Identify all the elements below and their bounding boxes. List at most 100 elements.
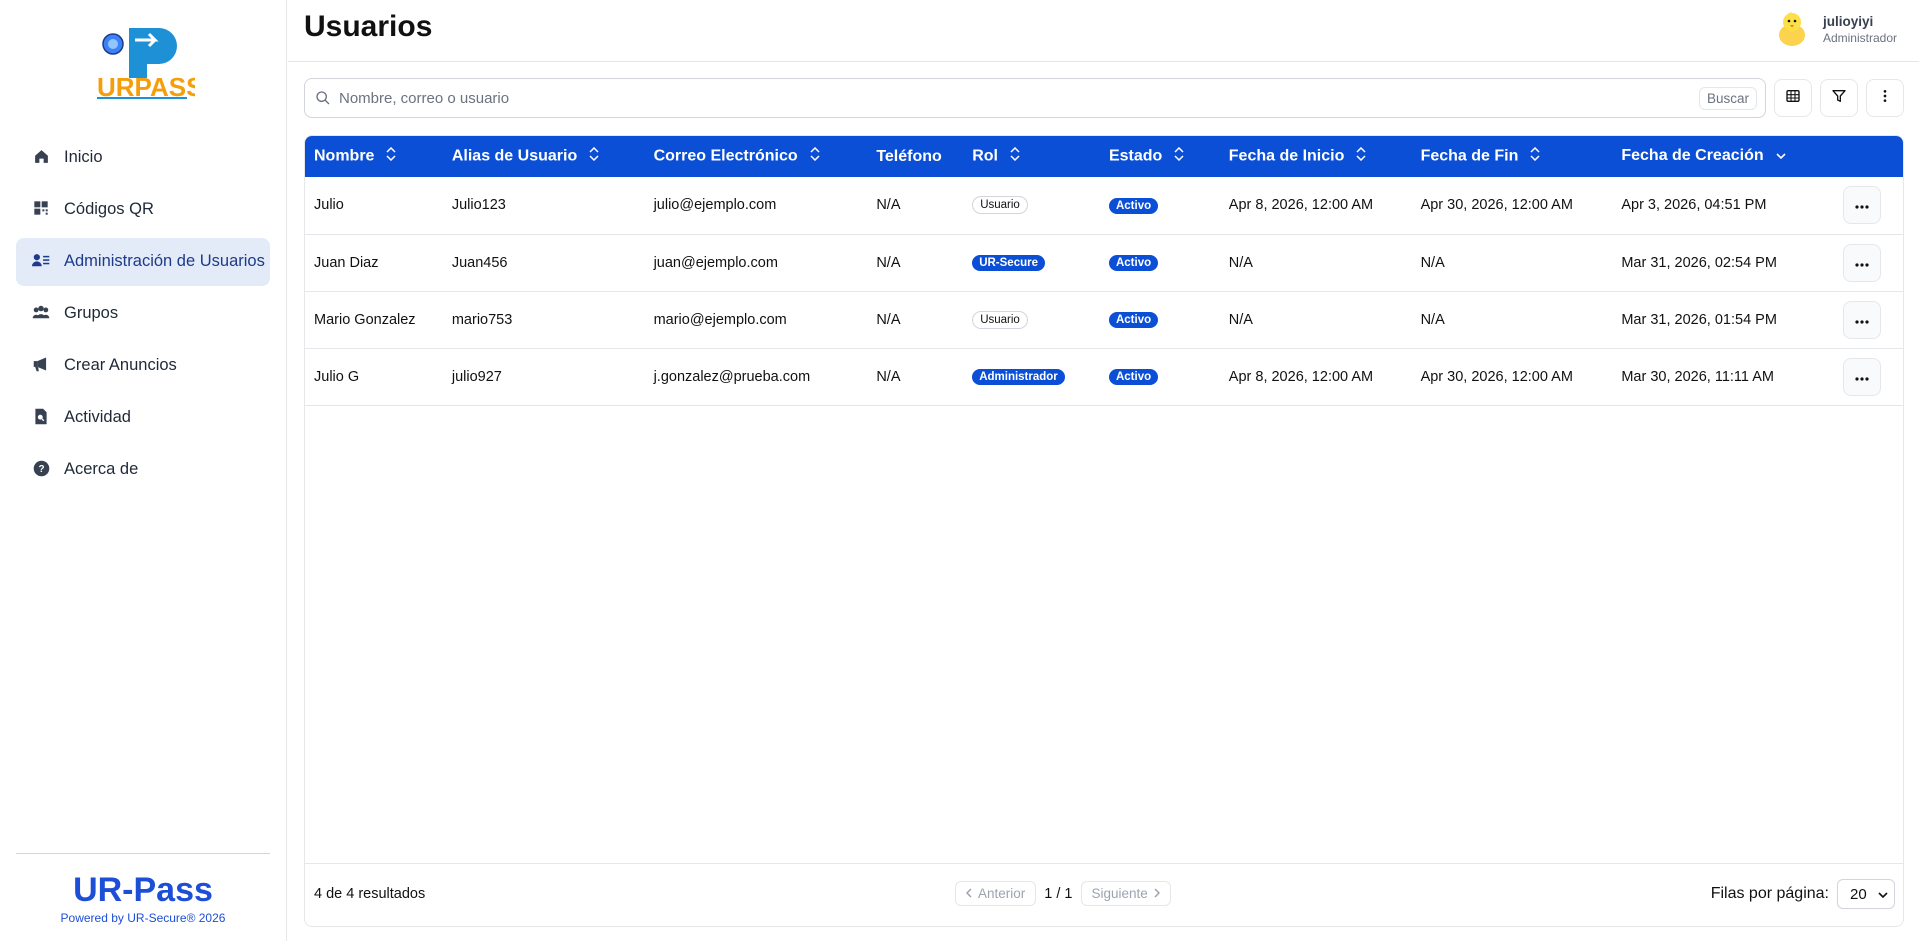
rows-per-page-select[interactable]: 20 [1837,879,1895,909]
role-badge: Usuario [972,310,1028,329]
sidebar-item-crear-anuncios[interactable]: Crear Anuncios [16,342,270,390]
powered-by: Powered by UR-Secure® 2026 [60,911,226,925]
filter-button[interactable] [1820,79,1858,117]
table-row[interactable]: Julio G julio927 j.gonzalez@prueba.com N… [305,348,1903,405]
group-icon [32,303,50,321]
row-actions-button[interactable] [1843,186,1882,225]
more-options-button[interactable] [1866,79,1904,117]
sidebar-item-label: Administración de Usuarios [64,252,265,270]
status-badge: Activo [1108,255,1159,271]
qr-code-icon [32,199,50,217]
more-horizontal-icon [1855,369,1869,385]
column-header-telefono[interactable]: Teléfono [867,136,963,177]
cell-fecha-fin: Apr 30, 2026, 12:00 AM [1420,197,1573,214]
cell-fecha-inicio: Apr 8, 2026, 12:00 AM [1228,197,1374,214]
search-icon [315,90,331,106]
role-badge: Usuario [972,196,1028,215]
user-admin-icon [32,251,50,269]
cell-fecha-creacion: Mar 30, 2026, 11:11 AM [1621,368,1774,385]
search-input[interactable] [339,89,1699,107]
cell-nombre: Juan Diaz [314,254,379,271]
search-button[interactable]: Buscar [1698,86,1757,110]
column-header-fecha-creacion[interactable]: Fecha de Creación [1612,136,1834,177]
sort-icon [1530,146,1540,166]
results-count: 4 de 4 resultados [314,886,426,902]
columns-button[interactable] [1774,79,1812,117]
cell-fecha-inicio: N/A [1228,311,1253,328]
cell-fecha-fin: N/A [1420,311,1445,328]
cell-nombre: Julio G [314,368,360,385]
status-badge: Activo [1108,312,1159,328]
sort-icon [1010,146,1020,166]
cell-fecha-inicio: N/A [1228,254,1253,271]
row-actions-button[interactable] [1843,300,1882,339]
column-header-fecha-inicio[interactable]: Fecha de Inicio [1220,136,1412,177]
more-vertical-icon [1877,88,1893,109]
home-icon [32,147,50,165]
sidebar-footer: UR-Pass Powered by UR-Secure® 2026 [16,853,270,925]
sidebar-item-label: Crear Anuncios [64,356,177,374]
table-row[interactable]: Mario Gonzalez mario753 mario@ejemplo.co… [305,291,1903,348]
cell-correo: juan@ejemplo.com [653,254,778,271]
row-actions-button[interactable] [1843,243,1882,282]
rows-per-page-label: Filas por página: [1710,885,1829,902]
cell-fecha-creacion: Apr 3, 2026, 04:51 PM [1621,197,1767,214]
cell-fecha-creacion: Mar 31, 2026, 01:54 PM [1621,311,1777,328]
user-name: julioyiyi [1822,13,1874,29]
user-role: Administrador [1822,30,1897,45]
user-menu[interactable]: julioyiyi Administrador [1773,10,1897,48]
table-row[interactable]: Juan Diaz Juan456 juan@ejemplo.com N/A U… [305,234,1903,291]
sidebar-item-actividad[interactable]: Actividad [16,394,270,442]
sort-icon [386,146,396,166]
cell-correo: julio@ejemplo.com [653,197,777,214]
table-icon [1785,88,1801,109]
cell-telefono: N/A [876,368,901,385]
column-header-fecha-fin[interactable]: Fecha de Fin [1412,136,1613,177]
table-footer: 4 de 4 resultados Anterior 1 / 1 Siguien… [305,863,1903,926]
cell-fecha-fin: Apr 30, 2026, 12:00 AM [1420,368,1573,385]
cell-correo: j.gonzalez@prueba.com [653,368,811,385]
chevron-right-icon [1154,886,1160,901]
brand-name: UR-Pass [73,871,213,909]
column-header-nombre[interactable]: Nombre [305,136,443,177]
sidebar-item-administracion-usuarios[interactable]: Administración de Usuarios [16,238,270,286]
column-header-correo[interactable]: Correo Electrónico [645,136,868,177]
sidebar-item-label: Acerca de [64,460,139,478]
sidebar: URPASS Inicio Códigos QR Administración … [0,0,287,941]
sidebar-item-inicio[interactable]: Inicio [16,134,270,182]
avatar[interactable] [1773,10,1811,48]
role-badge: Administrador [972,369,1065,385]
svg-text:?: ? [38,464,44,475]
more-horizontal-icon [1855,312,1869,328]
sort-icon [1174,146,1184,166]
row-actions-button[interactable] [1843,357,1882,396]
next-page-button[interactable]: Siguiente [1080,881,1171,906]
cell-fecha-fin: N/A [1420,254,1445,271]
sort-icon [810,146,820,166]
column-header-actions [1834,136,1903,177]
search-bar: Buscar [304,78,1766,118]
chevron-down-icon [1776,147,1786,165]
sidebar-item-label: Actividad [64,408,131,426]
table-header-row: Nombre Alias de Usuario Correo Electróni… [305,136,1903,177]
role-badge: UR-Secure [972,255,1045,271]
activity-icon [32,407,50,425]
chevron-left-icon [965,886,972,901]
cell-fecha-inicio: Apr 8, 2026, 12:00 AM [1228,368,1374,385]
sidebar-item-codigos-qr[interactable]: Códigos QR [16,186,270,234]
cell-alias: Juan456 [451,254,508,271]
urpass-logo[interactable]: URPASS [95,24,203,102]
column-header-estado[interactable]: Estado [1100,136,1220,177]
sidebar-item-label: Grupos [64,304,119,322]
cell-nombre: Mario Gonzalez [314,311,416,328]
cell-correo: mario@ejemplo.com [653,311,787,328]
page-indicator: 1 / 1 [1044,885,1073,902]
table-row[interactable]: Julio Julio123 julio@ejemplo.com N/A Usu… [305,177,1903,234]
sidebar-item-acerca-de[interactable]: ? Acerca de [16,446,270,494]
sidebar-item-grupos[interactable]: Grupos [16,290,270,338]
previous-page-button[interactable]: Anterior [955,881,1037,906]
logo-text: URPASS [97,72,195,100]
column-header-alias[interactable]: Alias de Usuario [443,136,645,177]
cell-telefono: N/A [876,254,901,271]
column-header-rol[interactable]: Rol [963,136,1100,177]
